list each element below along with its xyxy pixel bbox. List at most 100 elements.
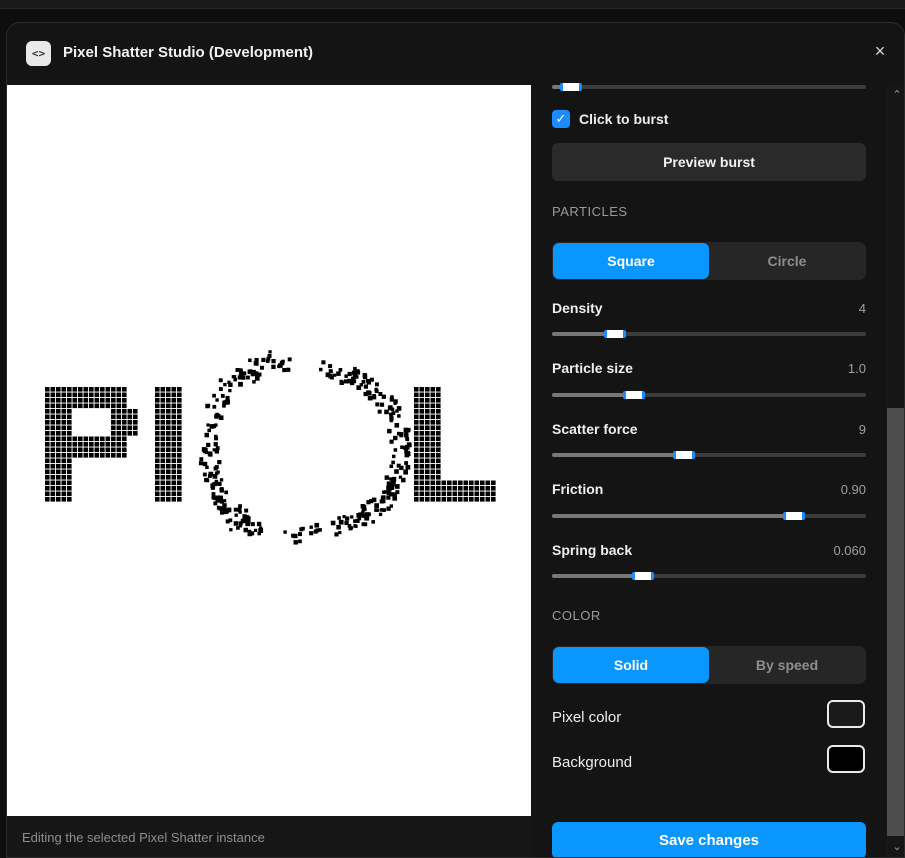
pixel-particle [250, 531, 255, 536]
pixel-particle [337, 516, 341, 520]
pixel-particle [160, 497, 166, 502]
scrollbar-thumb[interactable] [887, 408, 904, 836]
pixel-particle [458, 486, 463, 491]
particle-size-slider[interactable] [552, 391, 866, 399]
pixel-particle [372, 394, 376, 398]
pixel-particle [67, 425, 72, 431]
pixel-particle [155, 480, 160, 486]
background-color-swatch[interactable] [827, 745, 865, 773]
pixel-text-preview[interactable] [7, 85, 531, 816]
pixel-particle [205, 465, 209, 470]
pixel-particle [177, 431, 182, 436]
pixel-particle [122, 414, 127, 420]
pixel-particle [61, 420, 67, 425]
pixel-particle [387, 428, 392, 434]
friction-slider-thumb[interactable] [782, 512, 805, 520]
scroll-down-icon[interactable]: ⌄ [891, 841, 903, 853]
pixel-particle [430, 447, 436, 453]
pixel-particle [404, 461, 409, 465]
pixel-particle [338, 530, 342, 535]
pixel-particle [45, 453, 50, 458]
pixel-particle [254, 371, 259, 375]
pixel-particle [50, 442, 56, 447]
shape-square-option[interactable]: Square [553, 243, 709, 279]
pixel-particle [436, 453, 441, 458]
friction-value: 0.90 [840, 482, 866, 497]
preview-canvas[interactable] [7, 85, 531, 816]
scatter-force-slider-thumb[interactable] [673, 451, 696, 459]
pixel-particle [116, 425, 122, 431]
pixel-particle [430, 453, 436, 458]
top-slider[interactable] [552, 83, 866, 91]
pixel-particle [485, 491, 491, 497]
pixel-particle [56, 431, 61, 436]
pixel-particle [155, 409, 160, 414]
pixel-particle [56, 420, 61, 425]
pixel-particle [133, 431, 138, 436]
pixel-particle [160, 409, 166, 414]
pixel-particle [111, 420, 116, 425]
pixel-particle [171, 491, 177, 497]
pixel-particle [45, 475, 50, 480]
particle-size-slider-thumb[interactable] [622, 391, 645, 399]
pixel-particle [155, 398, 160, 403]
pixel-particle [177, 403, 182, 409]
pixel-particle [202, 461, 208, 467]
pixel-particle [171, 387, 177, 392]
pixel-particle [469, 480, 474, 486]
pixel-particle [67, 464, 72, 469]
color-by-speed-option[interactable]: By speed [709, 647, 865, 683]
spring-back-slider[interactable] [552, 572, 866, 580]
density-slider[interactable] [552, 330, 866, 338]
pixel-particle [436, 497, 441, 502]
pixel-particle [463, 491, 469, 497]
pixel-particle [56, 442, 61, 447]
pixel-particle [430, 403, 436, 409]
pixel-particle [56, 398, 61, 403]
pixel-particle [45, 436, 50, 442]
scatter-force-slider[interactable] [552, 451, 866, 459]
pixel-particle [67, 497, 72, 502]
friction-slider-fill [552, 514, 797, 518]
pixel-particle [436, 486, 441, 491]
top-slider-thumb[interactable] [560, 83, 582, 91]
pixel-particle [122, 420, 127, 425]
pixel-particle [160, 491, 166, 497]
pixel-particle [414, 469, 419, 475]
save-changes-button[interactable]: Save changes [552, 822, 866, 857]
pixel-color-swatch[interactable] [827, 700, 865, 728]
scroll-up-icon[interactable]: ⌃ [891, 89, 903, 101]
click-to-burst-checkbox[interactable]: ✓ [552, 110, 570, 128]
color-solid-option[interactable]: Solid [553, 647, 709, 683]
pixel-particle [379, 402, 385, 407]
pixel-particle [122, 398, 127, 403]
pixel-particle [447, 491, 452, 497]
pixel-particle [111, 442, 116, 447]
pixel-particle [389, 439, 394, 444]
pixel-particle [116, 447, 122, 453]
pixel-particle [155, 458, 160, 464]
pixel-particle [67, 491, 72, 497]
pixel-particle [166, 425, 171, 431]
pixel-particle [425, 458, 430, 464]
pixel-particle [67, 436, 72, 442]
pixel-particle [160, 392, 166, 398]
friction-slider[interactable] [552, 512, 866, 520]
pixel-particle [474, 486, 480, 491]
pixel-particle [469, 486, 474, 491]
shape-circle-option[interactable]: Circle [709, 243, 865, 279]
pixel-particle [116, 392, 122, 398]
density-label: Density [552, 300, 603, 316]
particles-section-label: PARTICLES [552, 204, 628, 219]
close-icon[interactable]: × [870, 41, 890, 61]
density-slider-thumb[interactable] [603, 330, 626, 338]
preview-burst-button[interactable]: Preview burst [552, 143, 866, 181]
pixel-particle [419, 475, 425, 480]
pixel-particle [216, 505, 221, 510]
pixel-particle [100, 392, 105, 398]
pixel-particle [61, 486, 67, 491]
spring-back-slider-thumb[interactable] [632, 572, 655, 580]
pixel-particle [61, 480, 67, 486]
pixel-particle [171, 447, 177, 453]
pixel-particle [225, 395, 230, 400]
